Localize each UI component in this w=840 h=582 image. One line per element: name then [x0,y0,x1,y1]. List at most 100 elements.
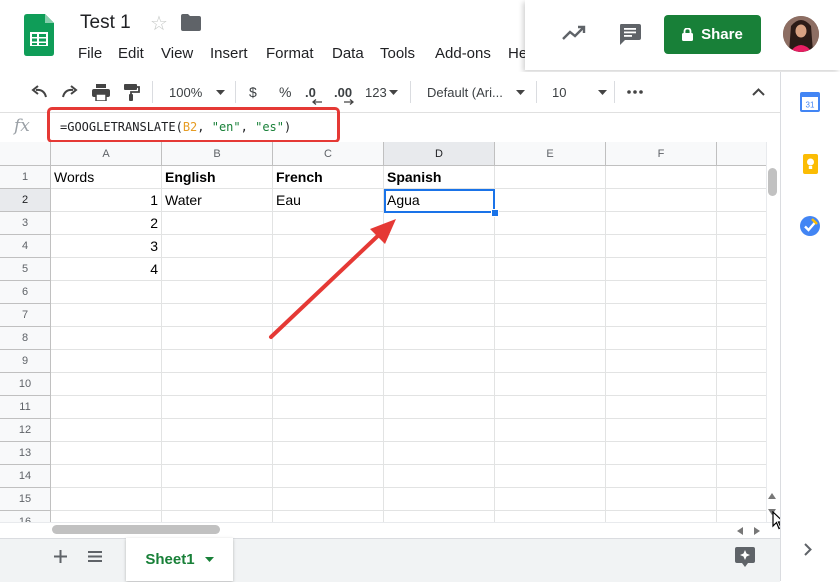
cell-e1[interactable] [495,166,606,189]
menu-data[interactable]: Data [332,45,364,62]
column-header-d[interactable]: D [384,142,495,166]
cell-b16[interactable] [162,511,273,522]
cell-g7[interactable] [717,304,766,327]
cell-b4[interactable] [162,235,273,258]
menu-edit[interactable]: Edit [118,45,144,62]
cell-g11[interactable] [717,396,766,419]
star-icon[interactable]: ☆ [150,11,168,36]
cell-f14[interactable] [606,465,717,488]
cell-b12[interactable] [162,419,273,442]
currency-format-button[interactable]: $ [249,72,257,112]
cell-f16[interactable] [606,511,717,522]
paint-format-icon[interactable] [123,83,140,101]
menu-view[interactable]: View [161,45,193,62]
cell-d14[interactable] [384,465,495,488]
cell-g8[interactable] [717,327,766,350]
cell-a14[interactable] [51,465,162,488]
cell-g2[interactable] [717,189,766,212]
menu-file[interactable]: File [78,45,102,62]
cell-e12[interactable] [495,419,606,442]
avatar[interactable] [783,16,819,52]
cell-e11[interactable] [495,396,606,419]
column-header-a[interactable]: A [51,142,162,166]
decrease-decimal-button[interactable]: .0 [305,72,316,112]
cell-b11[interactable] [162,396,273,419]
menu-tools[interactable]: Tools [380,45,415,62]
cell-g16[interactable] [717,511,766,522]
cell-g9[interactable] [717,350,766,373]
tasks-icon[interactable] [800,216,820,236]
row-header[interactable]: 13 [0,442,51,465]
vertical-scroll-thumb[interactable] [768,168,777,196]
cell-d5[interactable] [384,258,495,281]
cell-b8[interactable] [162,327,273,350]
cell-d12[interactable] [384,419,495,442]
cell-e5[interactable] [495,258,606,281]
cell-f9[interactable] [606,350,717,373]
scroll-right-icon[interactable] [754,527,760,535]
fill-handle[interactable] [491,209,499,217]
cell-f3[interactable] [606,212,717,235]
cell-b2[interactable]: Water [162,189,273,212]
cell-a11[interactable] [51,396,162,419]
column-header-e[interactable]: E [495,142,606,166]
cell-g15[interactable] [717,488,766,511]
cell-d9[interactable] [384,350,495,373]
cell-c2[interactable]: Eau [273,189,384,212]
more-formats-button[interactable]: 123 [365,72,398,112]
cell-f6[interactable] [606,281,717,304]
cell-a7[interactable] [51,304,162,327]
cell-g12[interactable] [717,419,766,442]
cell-f15[interactable] [606,488,717,511]
cell-f12[interactable] [606,419,717,442]
cell-c9[interactable] [273,350,384,373]
cell-b3[interactable] [162,212,273,235]
column-header-c[interactable]: C [273,142,384,166]
cell-e6[interactable] [495,281,606,304]
cell-a2[interactable]: 1 [51,189,162,212]
cell-c15[interactable] [273,488,384,511]
cell-e9[interactable] [495,350,606,373]
cell-f13[interactable] [606,442,717,465]
font-family-select[interactable]: Default (Ari... [427,72,525,112]
chevron-up-icon[interactable] [752,88,765,96]
row-header[interactable]: 7 [0,304,51,327]
menu-addons[interactable]: Add-ons [435,45,491,62]
cell-c13[interactable] [273,442,384,465]
cell-b1[interactable]: English [162,166,273,189]
calendar-icon[interactable]: 31 [800,92,820,112]
cell-c7[interactable] [273,304,384,327]
cell-c6[interactable] [273,281,384,304]
cell-b9[interactable] [162,350,273,373]
cell-b14[interactable] [162,465,273,488]
cell-a5[interactable]: 4 [51,258,162,281]
zoom-select[interactable]: 100% [169,72,229,112]
cell-a16[interactable] [51,511,162,522]
cell-g3[interactable] [717,212,766,235]
cell-e8[interactable] [495,327,606,350]
cell-b7[interactable] [162,304,273,327]
document-title[interactable]: Test 1 [80,12,131,34]
share-button[interactable]: Share [664,15,761,54]
column-header-b[interactable]: B [162,142,273,166]
all-sheets-icon[interactable] [88,551,102,562]
row-header[interactable]: 10 [0,373,51,396]
row-header[interactable]: 2 [0,189,51,212]
cell-c16[interactable] [273,511,384,522]
vertical-scrollbar[interactable] [766,142,781,522]
cell-a9[interactable] [51,350,162,373]
cell-g4[interactable] [717,235,766,258]
cell-f2[interactable] [606,189,717,212]
menu-insert[interactable]: Insert [210,45,248,62]
cell-e2[interactable] [495,189,606,212]
cell-d6[interactable] [384,281,495,304]
cell-d2[interactable]: Agua [384,189,495,212]
cell-a1[interactable]: Words [51,166,162,189]
cell-e13[interactable] [495,442,606,465]
cell-a6[interactable] [51,281,162,304]
cell-c8[interactable] [273,327,384,350]
trending-icon[interactable] [562,25,586,41]
cell-b15[interactable] [162,488,273,511]
cell-b13[interactable] [162,442,273,465]
row-header[interactable]: 1 [0,166,51,189]
